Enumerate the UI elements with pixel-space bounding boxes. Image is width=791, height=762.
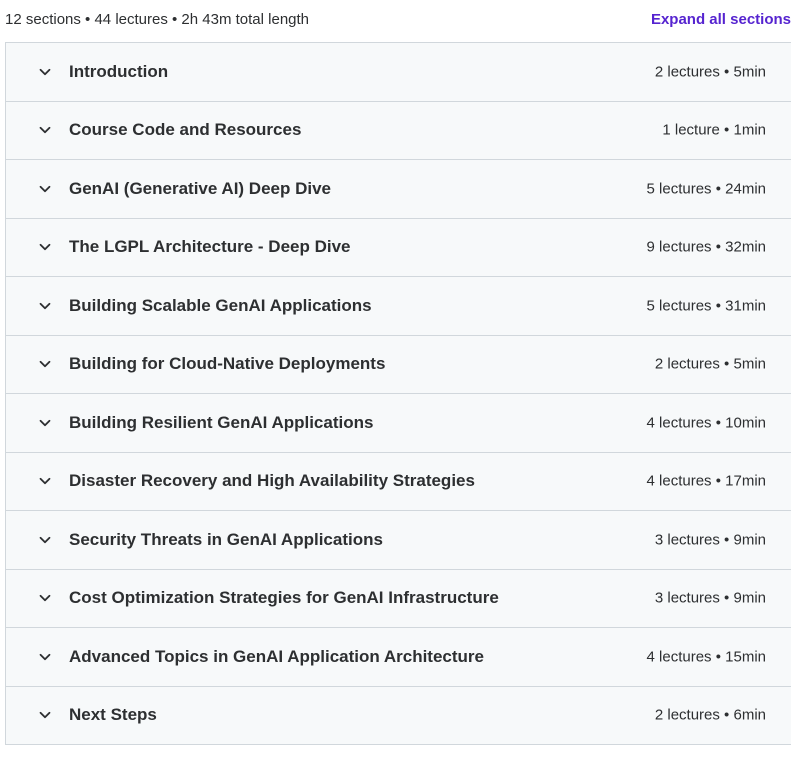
section-row[interactable]: Disaster Recovery and High Availability … (6, 452, 791, 511)
chevron-down-icon (38, 591, 52, 605)
section-row[interactable]: Building for Cloud-Native Deployments 2 … (6, 335, 791, 394)
section-title: Advanced Topics in GenAI Application Arc… (69, 646, 484, 666)
section-meta: 2 lectures • 6min (654, 706, 766, 724)
section-title: Cost Optimization Strategies for GenAI I… (69, 588, 499, 608)
chevron-down-icon (38, 474, 52, 488)
section-title: Building Resilient GenAI Applications (69, 412, 374, 432)
chevron-down-icon (38, 65, 52, 79)
section-row[interactable]: Building Resilient GenAI Applications 4 … (6, 394, 791, 453)
section-meta: 5 lectures • 24min (646, 180, 766, 198)
section-meta: 3 lectures • 9min (654, 531, 766, 549)
section-row[interactable]: Introduction 2 lectures • 5min (6, 43, 791, 102)
section-meta: 1 lecture • 1min (662, 121, 766, 139)
curriculum-summary: 12 sections • 44 lectures • 2h 43m total… (5, 11, 310, 28)
chevron-down-icon (38, 416, 52, 430)
section-title: Building for Cloud-Native Deployments (69, 354, 386, 374)
chevron-down-icon (38, 708, 52, 722)
section-title: Disaster Recovery and High Availability … (69, 471, 475, 491)
section-meta: 9 lectures • 32min (646, 238, 766, 256)
section-row[interactable]: Cost Optimization Strategies for GenAI I… (6, 569, 791, 628)
section-row[interactable]: Course Code and Resources 1 lecture • 1m… (6, 101, 791, 160)
chevron-down-icon (38, 650, 52, 664)
section-title: Introduction (69, 61, 169, 81)
section-row[interactable]: Building Scalable GenAI Applications 5 l… (6, 277, 791, 336)
expand-all-sections-button[interactable]: Expand all sections (651, 11, 791, 28)
section-title: Security Threats in GenAI Applications (69, 529, 383, 549)
section-list: Introduction 2 lectures • 5min Course Co… (5, 42, 791, 745)
section-meta: 4 lectures • 17min (646, 472, 766, 490)
section-title: GenAI (Generative AI) Deep Dive (69, 178, 332, 198)
section-row[interactable]: GenAI (Generative AI) Deep Dive 5 lectur… (6, 160, 791, 219)
section-title: The LGPL Architecture - Deep Dive (69, 237, 351, 257)
section-row[interactable]: Next Steps 2 lectures • 6min (6, 686, 791, 745)
chevron-down-icon (38, 533, 52, 547)
section-meta: 3 lectures • 9min (654, 589, 766, 607)
section-title: Building Scalable GenAI Applications (69, 295, 372, 315)
chevron-down-icon (38, 182, 52, 196)
section-meta: 2 lectures • 5min (654, 355, 766, 373)
chevron-down-icon (38, 240, 52, 254)
section-title: Next Steps (69, 705, 157, 725)
section-meta: 4 lectures • 10min (646, 414, 766, 432)
section-row[interactable]: The LGPL Architecture - Deep Dive 9 lect… (6, 218, 791, 277)
section-meta: 5 lectures • 31min (646, 297, 766, 315)
section-row[interactable]: Advanced Topics in GenAI Application Arc… (6, 628, 791, 687)
section-title: Course Code and Resources (69, 120, 302, 140)
chevron-down-icon (38, 123, 52, 137)
chevron-down-icon (38, 299, 52, 313)
section-meta: 4 lectures • 15min (646, 648, 766, 666)
section-meta: 2 lectures • 5min (654, 63, 766, 81)
section-row[interactable]: Security Threats in GenAI Applications 3… (6, 511, 791, 570)
curriculum-summary-bar: 12 sections • 44 lectures • 2h 43m total… (0, 0, 791, 42)
chevron-down-icon (38, 357, 52, 371)
